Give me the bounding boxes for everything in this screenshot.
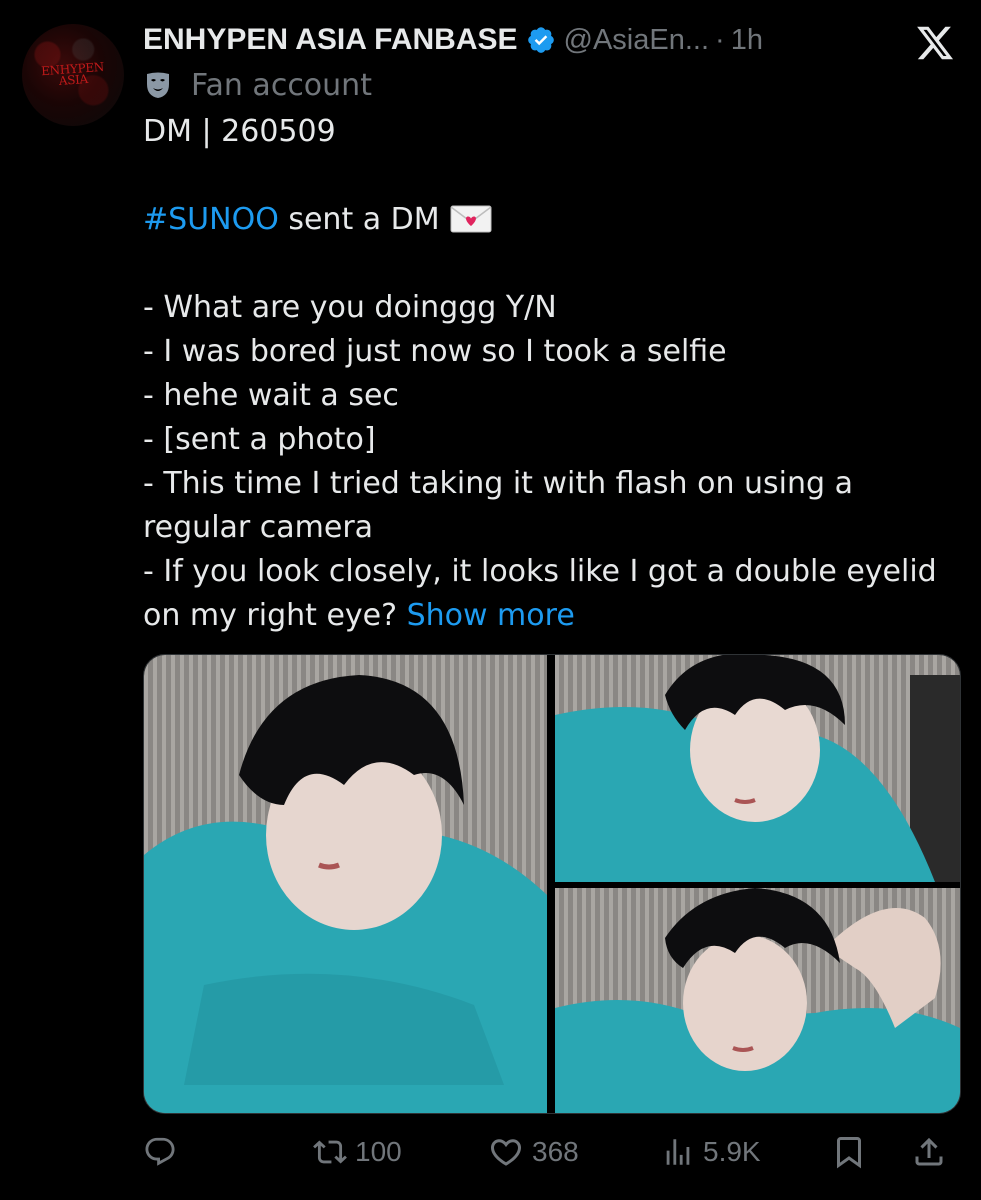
tweet-text: DM | 260509 #SUNOO sent a DM - What are … [143, 110, 973, 638]
separator: · [715, 23, 725, 56]
verified-badge-icon [526, 25, 556, 55]
like-count: 368 [532, 1136, 579, 1167]
media-grid [143, 654, 961, 1114]
views-button[interactable]: 5.9K [661, 1128, 761, 1176]
action-bar: 100 368 5.9K [143, 1128, 959, 1176]
tweet-line: - This time I tried taking it with flash… [143, 466, 853, 501]
photo-1[interactable] [144, 655, 547, 1113]
heart-icon [490, 1139, 522, 1166]
tweet-line: - [sent a photo] [143, 422, 376, 457]
share-icon [915, 1137, 943, 1166]
handle[interactable]: @AsiaEn... [564, 24, 710, 57]
reply-icon [145, 1137, 175, 1166]
tweet-line: - If you look closely, it looks like I g… [143, 554, 937, 589]
photo-2[interactable] [555, 655, 960, 882]
x-logo-icon [915, 23, 955, 63]
bookmark-icon [837, 1137, 861, 1169]
tweet-line-text: on my right eye? [143, 598, 407, 633]
account-label: Fan account [143, 64, 372, 106]
show-more-link[interactable]: Show more [407, 598, 575, 633]
reply-button[interactable] [143, 1128, 185, 1176]
tweet-line: - I was bored just now so I took a selfi… [143, 334, 727, 369]
envelope-with-heart-icon [450, 203, 492, 233]
repost-button[interactable]: 100 [313, 1128, 402, 1176]
tweet-line: #SUNOO sent a DM [143, 198, 973, 242]
like-button[interactable]: 368 [488, 1128, 579, 1176]
theater-mask-icon [143, 70, 173, 100]
avatar[interactable]: ENHYPEN ASIA [22, 24, 124, 126]
repost-count: 100 [355, 1136, 402, 1167]
hashtag-link[interactable]: #SUNOO [143, 202, 279, 237]
tweet-line: - What are you doinggg Y/N [143, 290, 557, 325]
account-label-text: Fan account [191, 67, 372, 103]
tweet-line: - hehe wait a sec [143, 378, 399, 413]
repost-icon [313, 1140, 347, 1164]
views-count: 5.9K [703, 1136, 761, 1167]
tweet: ENHYPEN ASIA ENHYPEN ASIA FANBASE @AsiaEn… [0, 0, 981, 1200]
views-icon [666, 1139, 690, 1165]
photo-3[interactable] [555, 888, 960, 1113]
tweet-line: regular camera [143, 510, 374, 545]
tweet-line-text: sent a DM [278, 202, 440, 237]
tweet-line: on my right eye? Show more [143, 594, 973, 638]
display-name[interactable]: ENHYPEN ASIA FANBASE [143, 23, 518, 57]
tweet-line: DM | 260509 [143, 114, 336, 149]
share-button[interactable] [911, 1128, 947, 1176]
timestamp[interactable]: 1h [731, 24, 763, 57]
tweet-header: ENHYPEN ASIA FANBASE @AsiaEn... · 1h [143, 20, 763, 60]
bookmark-button[interactable] [831, 1128, 867, 1176]
